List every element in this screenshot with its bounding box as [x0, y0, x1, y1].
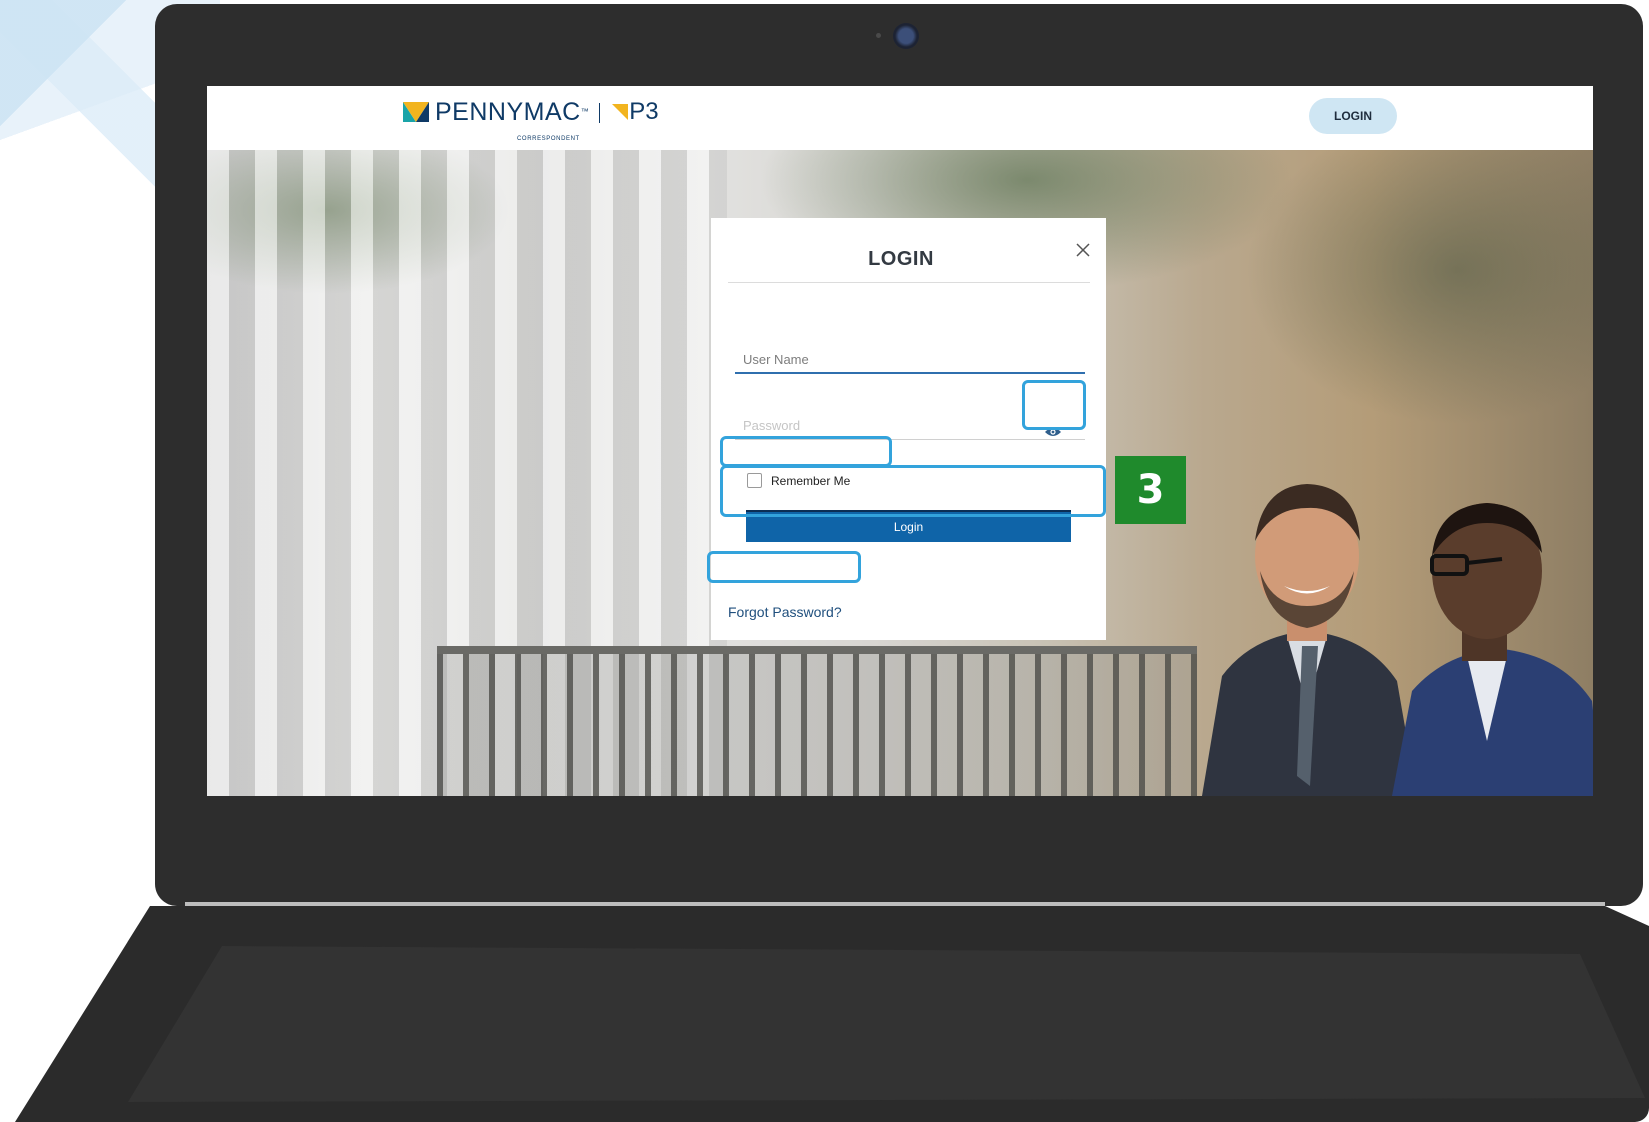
forgot-password-link[interactable]: Forgot Password? [728, 604, 842, 620]
highlight-remember-me [720, 465, 1106, 517]
highlight-eye-icon [1022, 380, 1086, 430]
product-name: P3 [629, 98, 659, 125]
highlight-below-login [707, 551, 861, 583]
username-input[interactable] [735, 346, 1085, 374]
camera-icon [893, 23, 919, 49]
pennymac-logo-icon [403, 102, 429, 122]
person-glasses-image [1392, 503, 1593, 796]
laptop-screen: PENNYMAC™ CORRESPONDENT P3 LOGIN LOGIN U… [207, 86, 1593, 796]
brand-name: PENNYMAC™ CORRESPONDENT [435, 98, 589, 142]
laptop-keyboard-deck [128, 946, 1645, 1102]
step-number-badge: 3 [1115, 456, 1186, 524]
person-smiling-image [1202, 484, 1417, 796]
brand-subtitle: CORRESPONDENT [517, 136, 580, 142]
pennymac-logo[interactable]: PENNYMAC™ CORRESPONDENT P3 [403, 98, 659, 142]
p3-logo-icon [612, 104, 629, 120]
header-login-button[interactable]: LOGIN [1309, 98, 1397, 134]
site-header: PENNYMAC™ CORRESPONDENT P3 LOGIN [207, 86, 1593, 150]
camera-indicator [876, 33, 881, 38]
modal-title: LOGIN [868, 248, 934, 270]
logo-separator [599, 103, 601, 123]
highlight-password-field [720, 436, 892, 467]
background-railing [437, 646, 1197, 796]
modal-divider [728, 282, 1090, 283]
tutorial-slide: PENNYMAC™ CORRESPONDENT P3 LOGIN LOGIN U… [0, 0, 1649, 1122]
laptop-hinge [185, 902, 1605, 906]
close-icon[interactable] [1073, 240, 1093, 260]
